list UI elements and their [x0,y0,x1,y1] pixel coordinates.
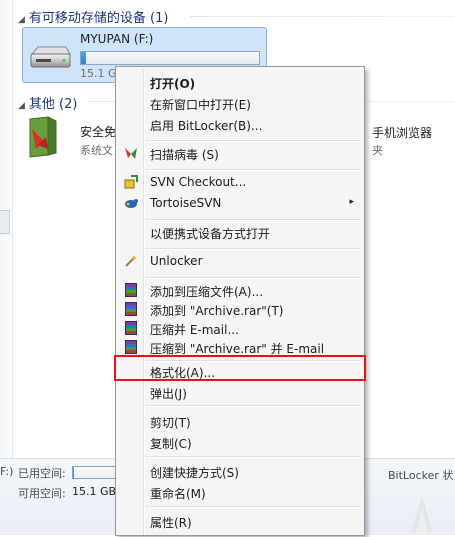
menu-item-rename[interactable]: 重命名(M) [118,482,362,502]
usb-drive-icon [28,44,72,75]
collapse-triangle-icon: ◢ [18,15,25,25]
menu-item-open-new-window[interactable]: 在新窗口中打开(E) [118,93,362,113]
group-header-removable[interactable]: ◢ 有可移动存储的设备 (1) [18,7,168,26]
menu-separator [146,405,360,407]
submenu-arrow-icon: ▸ [349,197,354,207]
pane-splitter-handle[interactable] [0,210,10,234]
menu-separator [146,456,360,458]
wand-icon [123,253,139,269]
drive-name: MYUPAN (F:) [80,32,154,46]
security-program-icon [26,115,60,162]
collapse-triangle-icon: ◢ [18,101,25,111]
menu-item-unlocker[interactable]: Unlocker [118,251,362,271]
menu-separator [146,169,360,171]
free-space-label: 可用空间: [18,487,66,500]
used-space-bar [72,466,120,479]
antivirus-icon [123,145,139,161]
bitlocker-status-label: BitLocker 状 [388,469,454,482]
menu-item-open[interactable]: 打开(O) [118,72,362,92]
menu-item-svn-checkout[interactable]: SVN Checkout... [118,172,362,192]
group-header-other[interactable]: ◢ 其他 (2) [18,93,77,112]
free-space-value: 15.1 GB [72,485,117,498]
drive-capacity-bar [80,51,260,65]
menu-item-add-to-archive[interactable]: 添加到压缩文件(A)... [118,280,362,300]
drive-capacity-fill [81,52,87,64]
used-space-fill [73,467,75,478]
menu-separator [146,506,360,508]
menu-item-compress-email[interactable]: 压缩并 E-mail... [118,318,362,338]
menu-item-portable-open[interactable]: 以便携式设备方式打开 [118,222,362,242]
format-highlight-box [114,355,366,381]
menu-item-add-to-archive-rar[interactable]: 添加到 "Archive.rar"(T) [118,299,362,319]
menu-item-scan-virus[interactable]: 扫描病毒 (S) [118,143,362,163]
svn-checkout-icon [123,174,139,190]
drive-size: 15.1 G [80,67,117,80]
context-menu: 打开(O) 在新窗口中打开(E) 启用 BitLocker(B)... 扫描病毒… [115,66,365,536]
winrar-icon [123,339,139,355]
watermark-graphic [412,494,432,534]
menu-item-tortoisesvn[interactable]: TortoiseSVN ▸ [118,193,362,213]
group-divider [190,16,455,17]
other-item-subtitle: 系统文 [80,144,113,157]
other-item-subtitle: 夹 [372,144,383,157]
menu-item-eject[interactable]: 弹出(J) [118,382,362,402]
menu-separator [146,277,360,279]
used-space-label: 已用空间: [18,467,66,480]
menu-separator [146,248,360,250]
winrar-icon [123,320,139,336]
menu-item-bitlocker[interactable]: 启用 BitLocker(B)... [118,114,362,134]
menu-item-create-shortcut[interactable]: 创建快捷方式(S) [118,461,362,481]
tortoisesvn-icon [123,195,139,211]
other-item-name[interactable]: 手机浏览器 [372,124,432,141]
navigation-pane-edge [0,0,13,534]
menu-item-cut[interactable]: 剪切(T) [118,411,362,431]
winrar-icon [123,301,139,317]
winrar-icon [123,282,139,298]
menu-separator [146,219,360,221]
menu-separator [146,140,360,142]
details-drive-prefix: F:) [0,465,14,478]
menu-item-compress-rar-email[interactable]: 压缩到 "Archive.rar" 并 E-mail [118,337,362,357]
menu-item-properties[interactable]: 属性(R) [118,511,362,531]
other-item-name[interactable]: 安全免 [80,123,116,140]
menu-item-copy[interactable]: 复制(C) [118,432,362,452]
